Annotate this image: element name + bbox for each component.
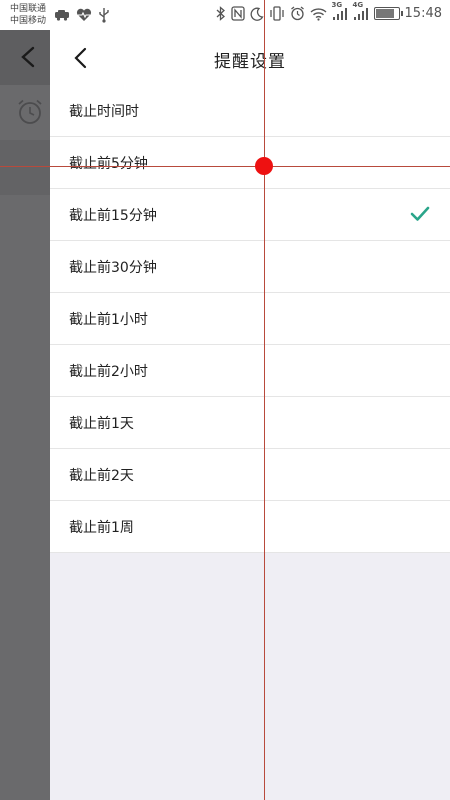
option-1day[interactable]: 截止前1天	[50, 397, 450, 449]
page-title: 提醒设置	[214, 52, 286, 72]
option-2hour[interactable]: 截止前2小时	[50, 345, 450, 397]
option-label: 截止前1周	[69, 519, 134, 536]
vibrate-icon	[269, 6, 284, 21]
option-1hour[interactable]: 截止前1小时	[50, 293, 450, 345]
background-page	[0, 30, 50, 800]
status-right-icons: 3G 4G 15:48	[216, 1, 442, 21]
alarm-icon	[290, 6, 304, 21]
option-deadline[interactable]: 截止时间时	[50, 85, 450, 137]
usb-icon	[99, 8, 109, 23]
battery-icon	[373, 7, 403, 20]
reminder-settings-panel: 提醒设置 截止时间时 截止前5分钟 截止前15分钟 截止前30分钟 截止前1小时…	[50, 30, 450, 800]
alarm-clock-icon	[18, 99, 42, 124]
carrier-2: 中国移动	[10, 16, 47, 26]
option-label: 截止前1小时	[69, 311, 148, 328]
reminder-options-list: 截止时间时 截止前5分钟 截止前15分钟 截止前30分钟 截止前1小时 截止前2…	[50, 85, 450, 553]
car-icon	[55, 10, 69, 21]
network-2-label: 4G	[352, 0, 364, 9]
option-30min[interactable]: 截止前30分钟	[50, 241, 450, 293]
crosshair-horizontal-line	[0, 166, 450, 167]
heart-icon	[76, 8, 92, 21]
touch-point-marker	[255, 157, 273, 175]
option-label: 截止前5分钟	[69, 155, 148, 172]
option-2day[interactable]: 截止前2天	[50, 449, 450, 501]
option-label: 截止前30分钟	[69, 259, 157, 276]
option-label: 截止前1天	[69, 415, 134, 432]
option-label: 截止前2小时	[69, 363, 148, 380]
crosshair-vertical-line	[264, 0, 265, 800]
option-label: 截止前2天	[69, 467, 134, 484]
header-bar: 提醒设置	[50, 30, 450, 86]
background-row	[0, 140, 50, 195]
network-1-label: 3G	[331, 0, 343, 9]
signal-4g: 4G	[353, 1, 369, 21]
carrier-info: 中国联通 中国移动	[10, 3, 46, 27]
status-time: 15:48	[404, 6, 442, 21]
nfc-icon	[230, 6, 245, 21]
option-5min[interactable]: 截止前5分钟	[50, 137, 450, 189]
status-bar: 中国联通 中国移动 3G 4G 15:48	[0, 0, 450, 30]
option-15min[interactable]: 截止前15分钟	[50, 189, 450, 241]
background-header	[0, 30, 50, 85]
signal-3g: 3G	[332, 1, 348, 21]
signal-icon	[332, 7, 347, 20]
moon-icon	[250, 7, 264, 21]
option-label: 截止前15分钟	[69, 207, 157, 224]
status-left-icons	[54, 7, 110, 23]
carrier-1: 中国联通	[10, 4, 47, 14]
wifi-icon	[310, 7, 327, 21]
checkmark-icon	[410, 206, 430, 221]
signal-icon	[353, 7, 368, 20]
option-label: 截止时间时	[69, 103, 139, 120]
option-1week[interactable]: 截止前1周	[50, 501, 450, 553]
back-chevron-icon	[21, 46, 35, 68]
bluetooth-icon	[216, 6, 225, 21]
